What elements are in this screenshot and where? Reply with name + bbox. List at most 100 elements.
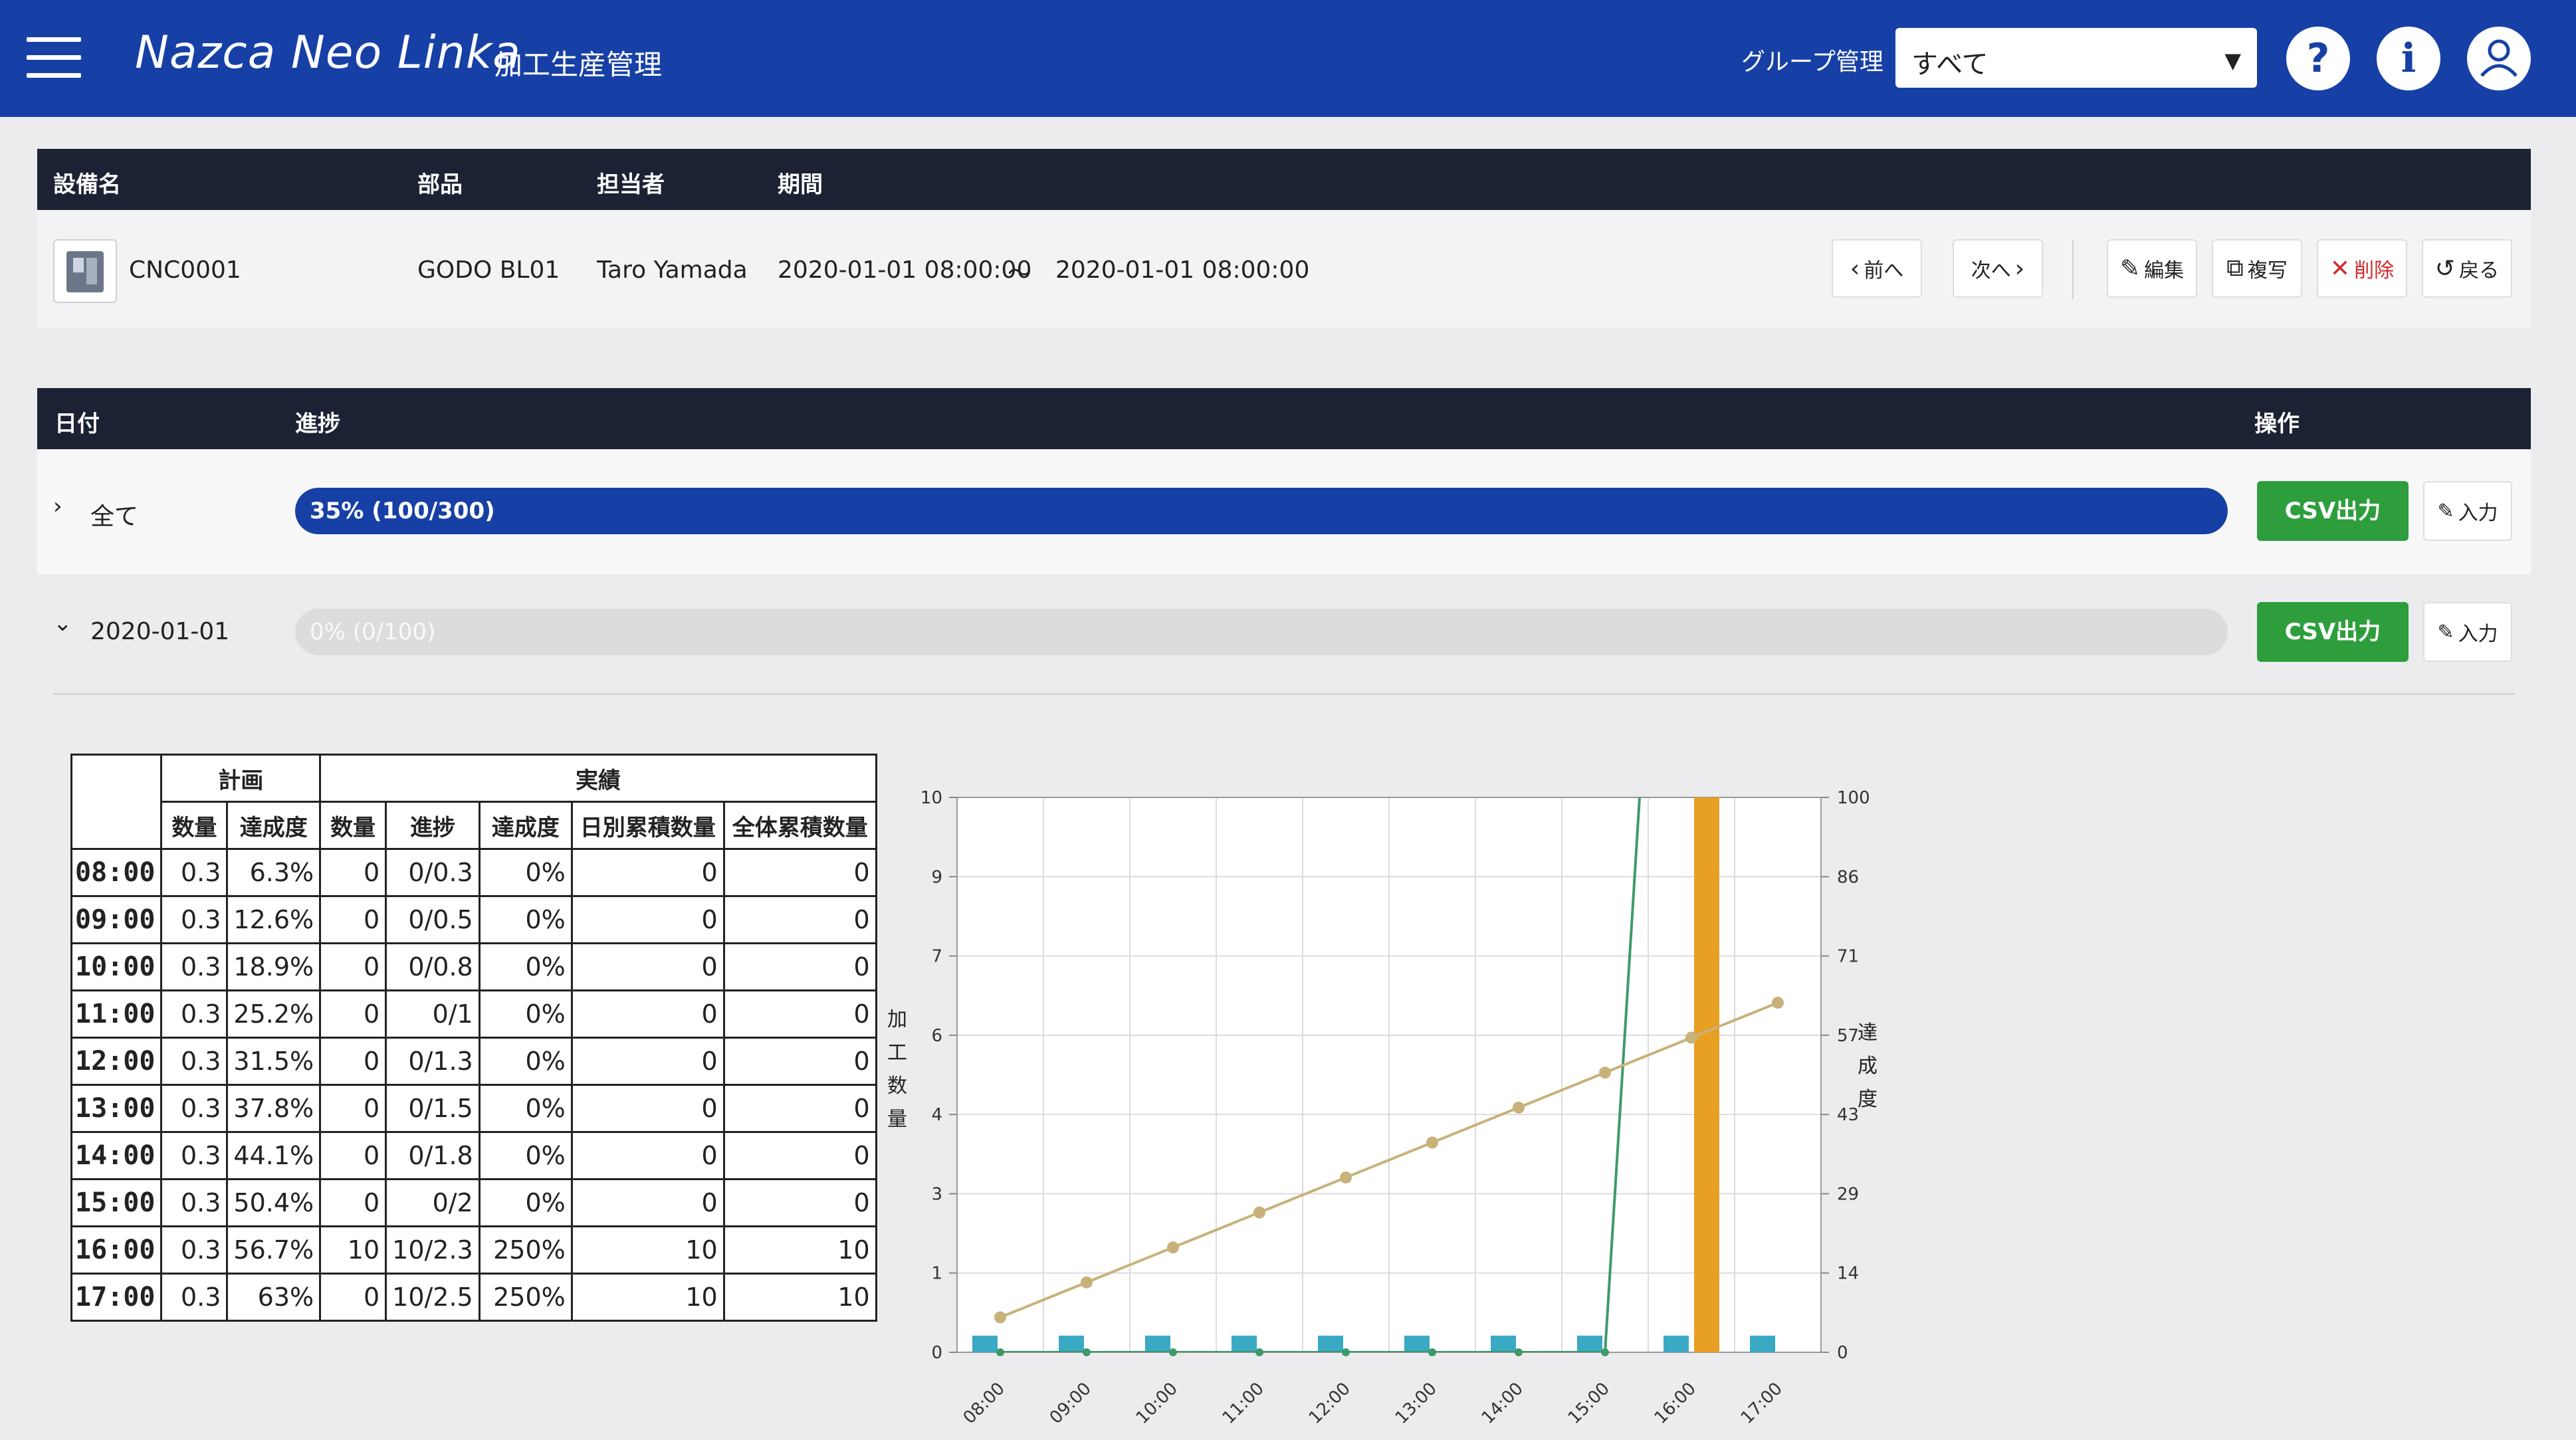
- y-tick-label: 0: [931, 1343, 942, 1363]
- actual-achievement-point: [1342, 1348, 1350, 1356]
- input-label: 入力: [2458, 623, 2498, 646]
- col-part: 部品: [417, 171, 463, 198]
- table-cell: 0.3: [160, 989, 229, 1039]
- table-cell: 0/1.8: [385, 1131, 481, 1180]
- table-cell: 0/1.3: [385, 1037, 481, 1086]
- menu-icon[interactable]: [27, 37, 81, 78]
- table-row: 10:00 0.3 18.9% 0 0/0.8 0% 0 0: [70, 942, 877, 991]
- input-label: 入力: [2458, 502, 2498, 525]
- x-tick-label: 15:00: [1564, 1379, 1614, 1428]
- progress-bar-day: 0% (0/100): [295, 609, 2228, 655]
- table-cell: 0/0.8: [385, 942, 481, 991]
- table-cell: 0/1.5: [385, 1084, 481, 1133]
- col-person: 担当者: [597, 171, 665, 198]
- table-cell: 10: [722, 1225, 877, 1275]
- plan-bar: [1232, 1335, 1257, 1352]
- next-button[interactable]: 次へ ›: [1953, 239, 2043, 298]
- table-cell: 63%: [226, 1273, 322, 1322]
- toolbar-divider: [2072, 239, 2074, 299]
- table-cell: 0.3: [160, 942, 229, 991]
- machine-image: [53, 239, 117, 303]
- row-time: 15:00: [70, 1178, 163, 1227]
- col-actual-qty: 数量: [319, 801, 387, 850]
- col-machine: 設備名: [53, 171, 121, 198]
- table-cell: 0: [570, 1131, 725, 1180]
- period-from: 2020-01-01 08:00:00: [778, 257, 1032, 284]
- edit-button[interactable]: ✎ 編集: [2107, 239, 2197, 298]
- plan-bar: [1664, 1335, 1689, 1352]
- plan-bar: [1577, 1335, 1602, 1352]
- info-icon[interactable]: i: [2377, 27, 2440, 90]
- group-label: グループ管理: [1741, 49, 1883, 76]
- table-cell: 0.3: [160, 1273, 229, 1322]
- pencil-icon: ✎: [2437, 499, 2454, 523]
- x-tick-label: 10:00: [1132, 1379, 1182, 1428]
- table-cell: 0%: [478, 1131, 573, 1180]
- plan-bar: [1750, 1335, 1775, 1352]
- row-label-all: 全て: [90, 503, 139, 530]
- table-row: 15:00 0.3 50.4% 0 0/2 0% 0 0: [70, 1178, 877, 1227]
- plan-achievement-point: [1426, 1136, 1438, 1149]
- collapse-icon[interactable]: ⌄: [53, 610, 72, 637]
- actual-achievement-point: [996, 1348, 1004, 1356]
- delete-button[interactable]: ✕ 削除: [2317, 239, 2407, 298]
- table-cell: 0.3: [160, 1084, 229, 1133]
- prev-button[interactable]: ‹ 前へ: [1832, 239, 1922, 298]
- row-time: 13:00: [70, 1084, 163, 1133]
- table-row: 09:00 0.3 12.6% 0 0/0.5 0% 0 0: [70, 895, 877, 944]
- hourly-chart: 013467910014294357718610008:00 09:00 10:00…: [920, 788, 1870, 1428]
- group-select[interactable]: すべて ▼: [1895, 28, 2257, 88]
- table-cell: 10/2.5: [385, 1273, 481, 1322]
- row-time: 11:00: [70, 989, 163, 1039]
- table-cell: 0/0.5: [385, 895, 481, 944]
- table-cell: 0: [319, 1037, 387, 1086]
- table-row: 17:00 0.3 63% 0 10/2.5 250% 10 10: [70, 1273, 877, 1322]
- row-label-day: 2020-01-01: [90, 618, 230, 645]
- input-button[interactable]: ✎ 入力: [2423, 481, 2512, 541]
- row-time: 10:00: [70, 942, 163, 991]
- table-cell: 31.5%: [226, 1037, 322, 1086]
- table-cell: 0.3: [160, 1225, 229, 1275]
- table-cell: 0: [319, 1131, 387, 1180]
- row-time: 08:00: [70, 848, 163, 897]
- plan-bar: [972, 1335, 998, 1352]
- plan-achievement-point: [1081, 1276, 1093, 1288]
- next-label: 次へ: [1971, 259, 2011, 282]
- progress-header: 日付 進捗 操作: [37, 388, 2531, 449]
- row-time: 16:00: [70, 1225, 163, 1275]
- help-icon[interactable]: ?: [2286, 27, 2350, 90]
- row-time: 14:00: [70, 1131, 163, 1180]
- back-button[interactable]: ↺ 戻る: [2422, 239, 2512, 298]
- prev-label: 前へ: [1864, 259, 1904, 282]
- col-ops: 操作: [2254, 411, 2300, 437]
- actual-achievement-point: [1083, 1348, 1091, 1356]
- input-button[interactable]: ✎ 入力: [2423, 602, 2512, 662]
- table-cell: 0%: [478, 1178, 573, 1227]
- table-row: 12:00 0.3 31.5% 0 0/1.3 0% 0 0: [70, 1037, 877, 1086]
- period-separator: 〜: [1008, 260, 1032, 287]
- csv-export-button[interactable]: CSV出力: [2257, 481, 2409, 541]
- plan-achievement-point: [1772, 996, 1784, 1009]
- row-time: 09:00: [70, 895, 163, 944]
- module-title: 加工生産管理: [494, 49, 663, 81]
- csv-export-button[interactable]: CSV出力: [2257, 602, 2409, 662]
- x-tick-label: 08:00: [960, 1379, 1009, 1428]
- expand-icon[interactable]: ›: [53, 493, 62, 520]
- copy-button[interactable]: ⧉ 複写: [2212, 239, 2302, 298]
- table-cell: 0/1: [385, 989, 481, 1039]
- table-cell: 0: [722, 1084, 877, 1133]
- y-tick-label: 9: [931, 867, 942, 887]
- y-tick-label: 1: [931, 1264, 942, 1284]
- close-icon: ✕: [2329, 255, 2351, 282]
- col-daily-cumulative: 日別累積数量: [570, 801, 725, 850]
- table-cell: 0: [570, 895, 725, 944]
- plan-achievement-point: [1253, 1206, 1265, 1219]
- group-select-value: すべて: [1911, 49, 1988, 80]
- undo-icon: ↺: [2434, 255, 2456, 282]
- table-cell: 0: [319, 1084, 387, 1133]
- table-cell: 0: [319, 989, 387, 1039]
- y2-tick-label: 86: [1837, 867, 1859, 887]
- user-icon[interactable]: [2467, 27, 2531, 90]
- table-row: 08:00 0.3 6.3% 0 0/0.3 0% 0 0: [70, 848, 877, 897]
- table-cell: 0.3: [160, 895, 229, 944]
